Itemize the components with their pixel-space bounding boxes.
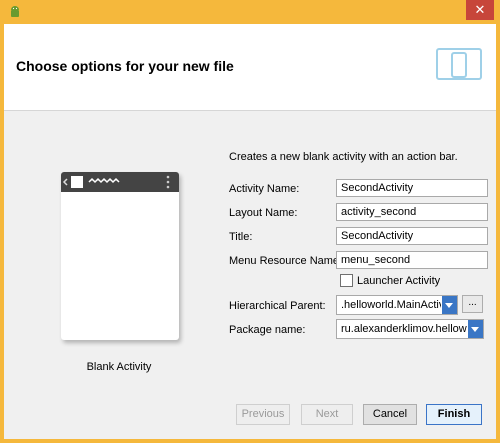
wizard-body: Blank Activity Creates a new blank activ…: [4, 111, 496, 439]
layout-name-field[interactable]: [336, 203, 488, 221]
hierarchical-parent-label: Hierarchical Parent:: [229, 300, 326, 312]
hierarchical-parent-select[interactable]: .helloworld.MainActivity: [336, 295, 458, 315]
launcher-activity-checkbox[interactable]: [340, 274, 353, 287]
finish-button[interactable]: Finish: [426, 404, 482, 425]
close-button[interactable]: ✕: [466, 0, 494, 20]
wizard-header: Choose options for your new file: [4, 24, 496, 111]
title-label: Title:: [229, 231, 253, 243]
previous-button[interactable]: Previous: [236, 404, 290, 425]
devices-icon: [436, 48, 482, 85]
launcher-activity-label: Launcher Activity: [357, 275, 441, 287]
menu-resource-name-label: Menu Resource Name:: [229, 255, 343, 267]
description-text: Creates a new blank activity with an act…: [229, 151, 458, 163]
next-button[interactable]: Next: [301, 404, 353, 425]
preview-caption: Blank Activity: [86, 361, 152, 373]
title-field[interactable]: [336, 227, 488, 245]
activity-name-label: Activity Name:: [229, 183, 300, 195]
package-name-select[interactable]: ru.alexanderklimov.helloworld: [336, 319, 484, 339]
preview-action-bar: [61, 172, 179, 192]
layout-name-label: Layout Name:: [229, 207, 298, 219]
wizard-content: Choose options for your new file Blank A…: [4, 24, 496, 439]
package-name-label: Package name:: [229, 324, 306, 336]
menu-resource-name-field[interactable]: [336, 251, 488, 269]
chevron-down-icon: [442, 296, 457, 314]
activity-preview: [61, 172, 179, 340]
chevron-down-icon: [468, 320, 483, 338]
package-name-value: ru.alexanderklimov.helloworld: [341, 323, 467, 335]
title-bar: ✕: [0, 0, 500, 24]
page-title: Choose options for your new file: [16, 58, 234, 74]
activity-name-field[interactable]: [336, 179, 488, 197]
browse-parent-button[interactable]: ...: [462, 295, 483, 313]
cancel-button[interactable]: Cancel: [363, 404, 417, 425]
close-icon: ✕: [474, 2, 486, 17]
hierarchical-parent-value: .helloworld.MainActivity: [341, 299, 441, 311]
dialog-window: ✕ Choose options for your new file Blank…: [0, 0, 500, 443]
android-icon: [8, 5, 22, 19]
